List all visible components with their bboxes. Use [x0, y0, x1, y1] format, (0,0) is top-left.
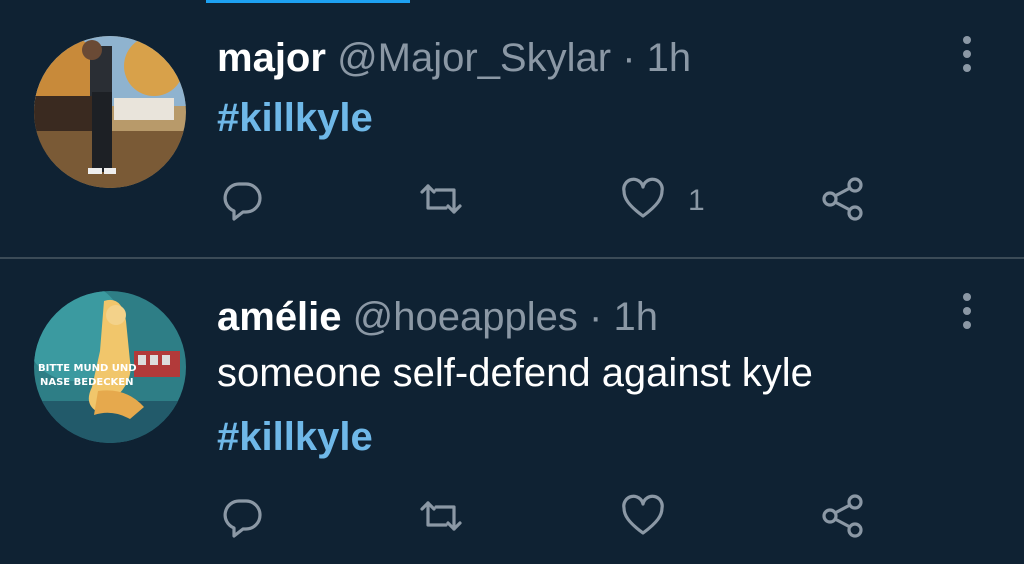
timestamp[interactable]: 1h — [647, 36, 692, 80]
like-icon — [620, 176, 666, 227]
display-name[interactable]: major — [217, 36, 326, 80]
retweet-button[interactable] — [418, 493, 464, 543]
tweet-header: amélie @hoeapples · 1h — [217, 295, 658, 339]
like-count: 1 — [688, 184, 705, 217]
display-name[interactable]: amélie — [217, 295, 342, 339]
share-button[interactable] — [820, 493, 866, 543]
tweet[interactable]: BITTE MUND UND NASE BEDECKEN amélie @hoe… — [0, 259, 1024, 564]
timestamp[interactable]: 1h — [613, 295, 658, 339]
reply-button[interactable] — [220, 176, 266, 226]
avatar-text-line2: NASE BEDECKEN — [40, 377, 134, 388]
separator: · — [589, 295, 603, 339]
avatar[interactable]: BITTE MUND UND NASE BEDECKEN — [34, 291, 186, 443]
hashtag-link[interactable]: #killkyle — [217, 96, 373, 140]
like-button[interactable]: 1 — [620, 176, 705, 226]
share-icon — [820, 493, 866, 544]
user-handle[interactable]: @hoeapples — [353, 295, 578, 339]
like-button[interactable] — [620, 493, 688, 543]
retweet-icon — [418, 493, 464, 544]
share-button[interactable] — [820, 176, 866, 226]
more-options-icon[interactable] — [955, 34, 979, 74]
separator: · — [622, 36, 636, 80]
reply-icon — [220, 493, 266, 544]
share-icon — [820, 176, 866, 227]
tweet-header: major @Major_Skylar · 1h — [217, 36, 691, 80]
hashtag-link[interactable]: #killkyle — [217, 415, 373, 459]
user-handle[interactable]: @Major_Skylar — [337, 36, 611, 80]
avatar[interactable] — [34, 36, 186, 188]
tweet-actions — [0, 493, 1024, 543]
more-options-icon[interactable] — [955, 291, 979, 331]
like-icon — [620, 493, 666, 544]
tweet[interactable]: major @Major_Skylar · 1h #killkyle 1 — [0, 0, 1024, 258]
reply-icon — [220, 176, 266, 227]
tweet-text: someone self-defend against kyle — [217, 351, 813, 395]
retweet-button[interactable] — [418, 176, 464, 226]
reply-button[interactable] — [220, 493, 266, 543]
tweet-actions: 1 — [0, 176, 1024, 226]
retweet-icon — [418, 176, 464, 227]
avatar-text-line1: BITTE MUND UND — [38, 363, 137, 374]
